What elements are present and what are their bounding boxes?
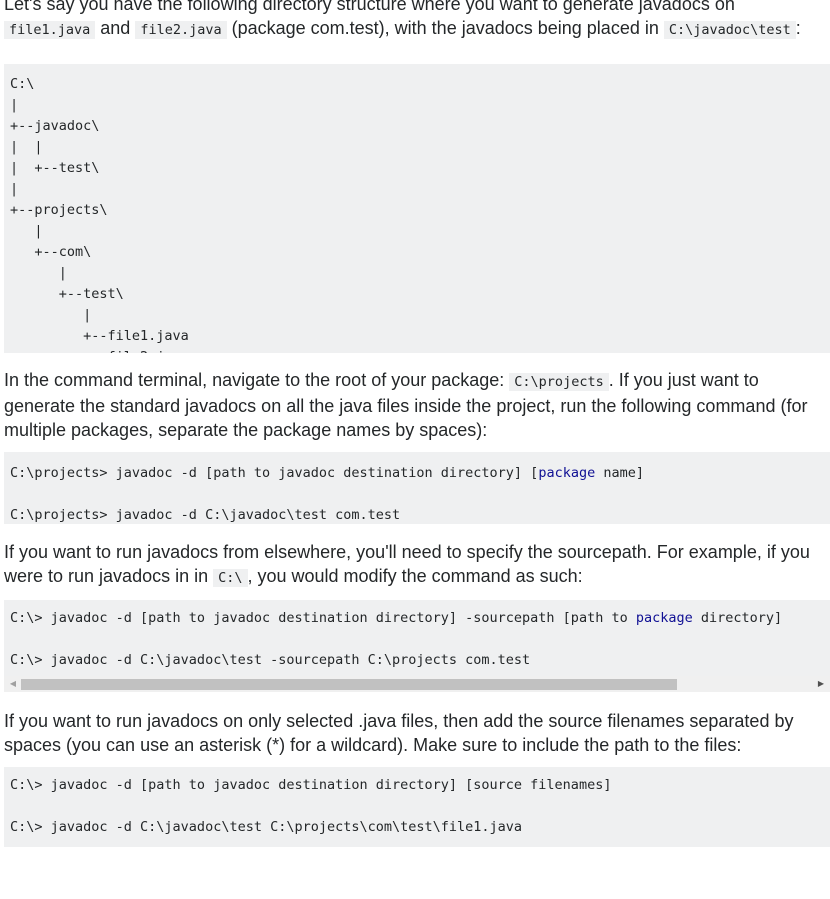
command-block-package: C:\projects> javadoc -d [path to javadoc… xyxy=(4,452,830,524)
intro-text-1: Let's say you have the following directo… xyxy=(4,0,735,14)
cmd2-line1-pre: C:\> javadoc -d [path to javadoc destina… xyxy=(10,610,636,626)
cmd2-line2: C:\> javadoc -d C:\javadoc\test -sourcep… xyxy=(10,652,531,668)
cmd3-line2: C:\> javadoc -d C:\javadoc\test C:\proje… xyxy=(10,819,523,835)
intro-text-3: (package com.test), with the javadocs be… xyxy=(226,18,664,38)
command-block-files: C:\> javadoc -d [path to javadoc destina… xyxy=(4,767,830,847)
cmd1-line1-post: name] xyxy=(595,465,644,481)
navigate-paragraph: In the command terminal, navigate to the… xyxy=(4,368,830,442)
cmd1-line1-pre: C:\projects> javadoc -d [path to javadoc… xyxy=(10,465,539,481)
cmd3-line1: C:\> javadoc -d [path to javadoc destina… xyxy=(10,777,612,793)
cmd1-keyword: package xyxy=(538,465,596,481)
directory-tree-code-block: C:\ | +--javadoc\ | | | +--test\ | +--pr… xyxy=(4,64,830,353)
cmd2-keyword: package xyxy=(635,610,693,626)
inline-code-c-drive: C:\ xyxy=(213,569,248,587)
inline-code-file2: file2.java xyxy=(135,21,227,39)
selected-files-paragraph: If you want to run javadocs on only sele… xyxy=(4,709,830,757)
cmd2-line1-post: directory] xyxy=(692,610,783,626)
inline-code-projects: C:\projects xyxy=(509,373,609,391)
inline-code-javadoc-dir: C:\javadoc\test xyxy=(663,21,796,39)
intro-text-2: and xyxy=(95,18,136,38)
scroll-left-arrow-icon[interactable]: ◀ xyxy=(6,678,20,690)
scroll-right-arrow-icon[interactable]: ▶ xyxy=(814,678,828,690)
answer-body: Let's say you have the following directo… xyxy=(4,0,830,847)
sourcepath-paragraph: If you want to run javadocs from elsewhe… xyxy=(4,540,830,590)
horizontal-scrollbar[interactable]: ◀ ▶ xyxy=(4,676,830,692)
intro-text-4: : xyxy=(795,18,801,38)
sourcepath-text-2: , you would modify the command as such: xyxy=(247,566,583,586)
selected-files-text: If you want to run javadocs on only sele… xyxy=(4,711,794,755)
intro-paragraph: Let's say you have the following directo… xyxy=(4,0,830,64)
inline-code-file1: file1.java xyxy=(4,21,96,39)
cmd1-line2: C:\projects> javadoc -d C:\javadoc\test … xyxy=(10,507,401,523)
scrollbar-thumb[interactable] xyxy=(21,679,677,690)
navigate-text-1: In the command terminal, navigate to the… xyxy=(4,370,510,390)
command-block-sourcepath: C:\> javadoc -d [path to javadoc destina… xyxy=(4,600,830,692)
